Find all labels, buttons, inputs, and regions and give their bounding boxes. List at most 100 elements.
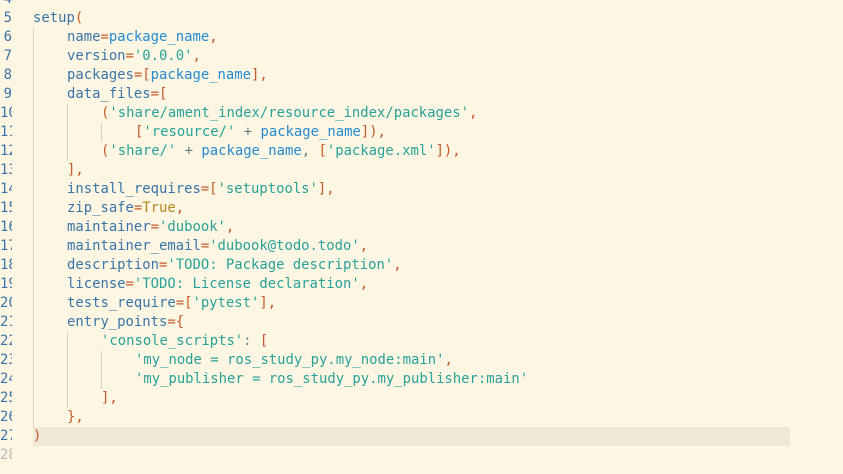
- code-text: zip_safe=True,: [67, 199, 184, 218]
- code-token: +: [176, 143, 202, 159]
- code-token: 'my_node = ros_study_py.my_node:main': [135, 352, 445, 368]
- code-line[interactable]: 24 'my_publisher = ros_study_py.my_publis…: [0, 370, 843, 389]
- code-token: ,: [301, 143, 319, 159]
- line-number: 5: [3, 10, 12, 26]
- indent-guide: [33, 218, 34, 237]
- code-token: 'TODO: Package description': [167, 257, 394, 273]
- code-token: ,: [393, 257, 402, 273]
- code-token: name: [67, 29, 101, 45]
- indent-guide: [101, 370, 102, 389]
- line-number: 8: [3, 67, 12, 83]
- code-token: maintainer_email: [67, 238, 201, 254]
- code-token: +: [235, 124, 261, 140]
- line-number: 15: [0, 200, 12, 216]
- code-token: description: [67, 257, 159, 273]
- code-token: 'resource/': [143, 124, 236, 140]
- line-number: 7: [3, 48, 12, 64]
- line-number: 28: [0, 447, 12, 463]
- indent-guide: [33, 123, 34, 142]
- code-token: =[: [200, 181, 218, 197]
- indent-guide: [67, 370, 68, 389]
- code-token: data_files: [67, 86, 151, 102]
- line-number: 19: [0, 276, 12, 292]
- code-token: 'console_scripts': [101, 333, 244, 349]
- indent-guide: [33, 237, 34, 256]
- code-editor[interactable]: 45 setup(6 name = package_name, 7 version='0.0…: [0, 0, 843, 474]
- code-line[interactable]: 11 ['resource/' + package_name]),: [0, 123, 843, 142]
- code-token: package_name: [150, 67, 251, 83]
- line-number: 13: [0, 162, 12, 178]
- code-line[interactable]: 16 maintainer='dubook',: [0, 218, 843, 237]
- code-token: =[: [133, 67, 151, 83]
- code-line[interactable]: 19 license='TODO: License declaration',: [0, 275, 843, 294]
- code-token: =: [125, 48, 134, 64]
- code-line[interactable]: 28: [0, 446, 843, 465]
- code-token: ={: [167, 314, 185, 330]
- code-token: [: [318, 143, 327, 159]
- indent-guide: [33, 85, 34, 104]
- line-number: 12: [0, 143, 12, 159]
- code-text: 'console_scripts': [: [101, 332, 268, 351]
- code-token: ]),: [360, 124, 386, 140]
- code-token: 'dubook@todo.todo': [209, 238, 360, 254]
- code-line[interactable]: 23 'my_node = ros_study_py.my_node:main',: [0, 351, 843, 370]
- code-token: True: [142, 200, 176, 216]
- code-text: entry_points={: [67, 313, 184, 332]
- indent-guide: [33, 370, 34, 389]
- code-token: [: [259, 333, 269, 349]
- code-line[interactable]: 12 ('share/' + package_name, ['package.xm…: [0, 142, 843, 161]
- code-text: description='TODO: Package description',: [67, 256, 402, 275]
- code-line[interactable]: 9 data_files=[: [0, 85, 843, 104]
- code-line[interactable]: 17 maintainer_email='dubook@todo.todo',: [0, 237, 843, 256]
- code-token: ],: [67, 162, 84, 178]
- code-text: tests_require=['pytest'],: [67, 294, 276, 313]
- code-text: 'my_publisher = ros_study_py.my_publishe…: [135, 370, 528, 389]
- code-line[interactable]: 14 install_requires=['setuptools'],: [0, 180, 843, 199]
- line-number: 22: [0, 333, 12, 349]
- code-line[interactable]: 27): [0, 427, 843, 446]
- line-number: 9: [3, 86, 12, 102]
- code-token: ,: [359, 276, 369, 292]
- code-token: 'share/': [109, 143, 177, 159]
- indent-guide: [67, 389, 68, 408]
- code-line[interactable]: 5 setup(: [0, 9, 843, 28]
- code-text: maintainer_email='dubook@todo.todo',: [67, 237, 368, 256]
- code-line[interactable]: 15 zip_safe=True,: [0, 199, 843, 218]
- code-line[interactable]: 6 name=package_name,: [0, 28, 843, 47]
- code-line[interactable]: 10 ('share/ament_index/resource_index/pac…: [0, 104, 843, 123]
- code-token: ,: [359, 238, 369, 254]
- code-token: (: [74, 10, 84, 26]
- code-line[interactable]: 26},: [0, 408, 843, 427]
- code-token: ]),: [435, 143, 461, 159]
- code-text: version='0.0.0',: [67, 47, 201, 66]
- code-token: version: [67, 48, 126, 64]
- code-token: ): [33, 428, 42, 444]
- code-token: 'TODO: License declaration': [133, 276, 360, 292]
- code-line[interactable]: 7 version='0.0.0',: [0, 47, 843, 66]
- indent-guide: [67, 351, 68, 370]
- indent-guide: [33, 408, 34, 427]
- indent-guide: [33, 47, 34, 66]
- code-token: setup: [33, 10, 75, 26]
- line-number: 20: [0, 295, 12, 311]
- current-line-highlight: [33, 427, 790, 446]
- code-line[interactable]: 4: [0, 0, 843, 9]
- indent-guide: [33, 161, 34, 180]
- code-line[interactable]: 8 packages=[package_name],: [0, 66, 843, 85]
- code-line[interactable]: 25],: [0, 389, 843, 408]
- code-token: ,: [468, 105, 478, 121]
- code-line[interactable]: 13],: [0, 161, 843, 180]
- code-token: zip_safe: [67, 200, 134, 216]
- code-token: license: [67, 276, 126, 292]
- code-line[interactable]: 20 tests_require=['pytest'],: [0, 294, 843, 313]
- code-token: ,: [444, 352, 453, 368]
- code-token: 'package.xml': [326, 143, 436, 159]
- line-number: 6: [3, 29, 12, 45]
- code-line[interactable]: 22 'console_scripts': [: [0, 332, 843, 351]
- code-line[interactable]: 18 description='TODO: Package description…: [0, 256, 843, 275]
- code-line[interactable]: 21 entry_points={: [0, 313, 843, 332]
- code-token: entry_points: [67, 314, 168, 330]
- code-token: :: [243, 333, 260, 349]
- line-number: 17: [0, 238, 12, 254]
- code-token: '0.0.0': [133, 48, 193, 64]
